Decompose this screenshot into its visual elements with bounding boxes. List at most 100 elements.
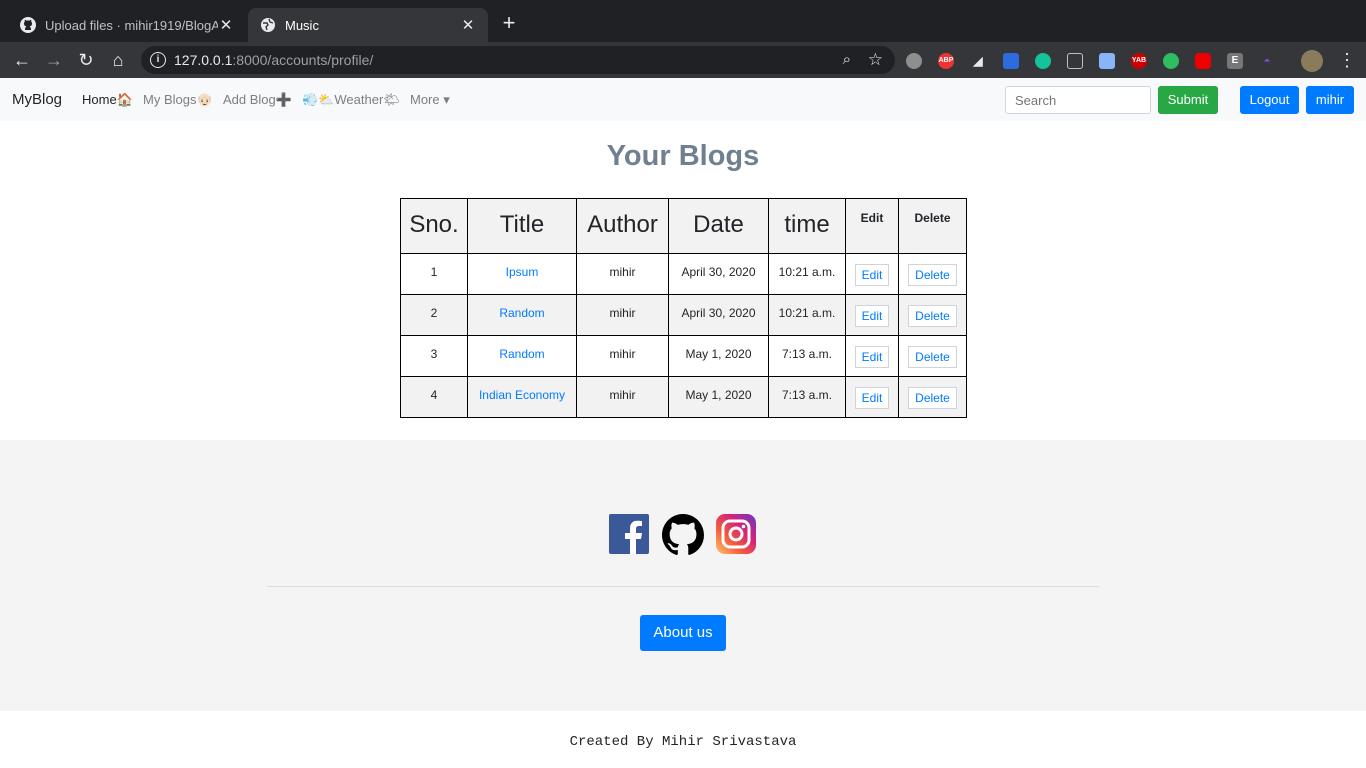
credit-text: Created By Mihir Srivastava [569,734,797,750]
edit-button[interactable]: Edit [854,264,890,286]
extension-globe-icon[interactable] [906,53,922,69]
camera-icon[interactable] [1099,53,1115,69]
blog-title-link[interactable]: Ipsum [506,265,539,279]
yab-icon[interactable]: YAB [1131,53,1147,69]
profile-avatar[interactable] [1301,50,1323,72]
extension-book-icon[interactable] [1003,53,1019,69]
grammarly-icon[interactable] [1035,53,1051,69]
table-row: 3 Random mihir May 1, 2020 7:13 a.m. Edi… [400,335,967,377]
back-arrow-icon[interactable]: ← [11,49,33,71]
cell-edit: Edit [845,376,899,418]
cell-title: Indian Economy [467,376,577,418]
github-icon [20,17,36,33]
browser-tab-bar: Upload files · mihir1919/BlogAp ✕ Music … [0,0,1366,42]
cell-delete: Delete [898,376,967,418]
cell-author: mihir [576,376,669,418]
cell-delete: Delete [898,335,967,377]
blogs-table: Sno. Title Author Date time Edit Delete … [400,198,967,418]
header-edit: Edit [845,198,899,254]
instagram-icon[interactable] [716,514,756,554]
delete-button[interactable]: Delete [908,264,957,286]
cell-delete: Delete [898,294,967,336]
close-icon[interactable]: ✕ [460,16,476,34]
table-row: 2 Random mihir April 30, 2020 10:21 a.m.… [400,294,967,336]
brand[interactable]: MyBlog [12,91,62,108]
edit-button[interactable]: Edit [854,346,890,368]
cell-date: April 30, 2020 [668,253,769,295]
address-bar[interactable]: i 127.0.0.1:8000/accounts/profile/ ⌕ ☆ [141,46,895,74]
cell-date: May 1, 2020 [668,376,769,418]
nav-home[interactable]: Home🏠 [82,92,133,108]
cell-sno: 3 [400,335,468,377]
cell-author: mihir [576,335,669,377]
new-tab-button[interactable]: + [498,12,520,34]
blog-title-link[interactable]: Indian Economy [479,388,565,402]
extension-e-icon[interactable]: E [1227,53,1243,69]
delete-button[interactable]: Delete [908,387,957,409]
evernote-icon[interactable] [1163,53,1179,69]
nav-add-blog[interactable]: Add Blog➕ [223,92,292,108]
edit-button[interactable]: Edit [854,387,890,409]
cell-title: Ipsum [467,253,577,295]
table-row: 1 Ipsum mihir April 30, 2020 10:21 a.m. … [400,253,967,295]
youtube-icon[interactable] [1195,53,1211,69]
github-icon[interactable] [662,514,704,555]
cell-delete: Delete [898,253,967,295]
cell-edit: Edit [845,335,899,377]
header-title: Title [467,198,577,254]
cell-sno: 1 [400,253,468,295]
user-button[interactable]: mihir [1306,86,1354,114]
nav-my-blogs[interactable]: My Blogs👴🏻 [143,92,213,108]
cell-author: mihir [576,253,669,295]
blog-title-link[interactable]: Random [499,347,544,361]
submit-button[interactable]: Submit [1158,86,1218,114]
extension-copy-icon[interactable] [1067,53,1083,69]
bookmark-star-icon[interactable]: ☆ [868,50,883,70]
cell-date: April 30, 2020 [668,294,769,336]
cell-sno: 4 [400,376,468,418]
nav-more-dropdown[interactable]: More ▾ [410,92,450,108]
reload-icon[interactable]: ↻ [75,49,97,71]
extension-wifi-icon[interactable]: ◓ [1259,53,1275,69]
browser-tab-github[interactable]: Upload files · mihir1919/BlogAp ✕ [8,8,246,42]
close-icon[interactable]: ✕ [218,16,234,34]
site-navbar: MyBlog Home🏠 My Blogs👴🏻 Add Blog➕ 💨⛅Weat… [0,78,1366,121]
cell-time: 7:13 a.m. [768,335,846,377]
footer: About us [0,440,1366,711]
nav-weather[interactable]: 💨⛅Weather🌤 [302,92,400,108]
extension-mark-icon[interactable]: ◢ [970,53,986,69]
cell-title: Random [467,294,577,336]
header-time: time [768,198,846,254]
browser-tab-music[interactable]: Music ✕ [248,8,488,42]
home-icon[interactable]: ⌂ [107,49,129,71]
globe-icon [260,17,276,33]
zoom-icon[interactable]: ⌕ [843,51,851,68]
cell-sno: 2 [400,294,468,336]
cell-time: 10:21 a.m. [768,294,846,336]
cell-edit: Edit [845,253,899,295]
facebook-icon[interactable] [609,514,649,554]
adblock-icon[interactable]: ABP [938,53,954,69]
url-text[interactable]: 127.0.0.1:8000/accounts/profile/ [174,52,373,68]
tab-title: Upload files · mihir1919/BlogAp [45,17,218,33]
forward-arrow-icon[interactable]: → [43,49,65,71]
header-author: Author [576,198,669,254]
search-input[interactable] [1005,86,1151,114]
tab-title: Music [285,17,319,33]
cell-author: mihir [576,294,669,336]
cell-date: May 1, 2020 [668,335,769,377]
about-us-button[interactable]: About us [640,615,726,651]
cell-time: 10:21 a.m. [768,253,846,295]
page-title: Your Blogs [606,140,760,172]
logout-button[interactable]: Logout [1240,86,1299,114]
edit-button[interactable]: Edit [854,305,890,327]
blog-title-link[interactable]: Random [499,306,544,320]
info-icon[interactable]: i [150,52,166,68]
header-sno: Sno. [400,198,468,254]
menu-dots-icon[interactable]: ⋮ [1338,50,1356,70]
footer-divider [267,586,1099,587]
delete-button[interactable]: Delete [908,346,957,368]
table-header-row: Sno. Title Author Date time Edit Delete [400,198,967,254]
delete-button[interactable]: Delete [908,305,957,327]
cell-time: 7:13 a.m. [768,376,846,418]
